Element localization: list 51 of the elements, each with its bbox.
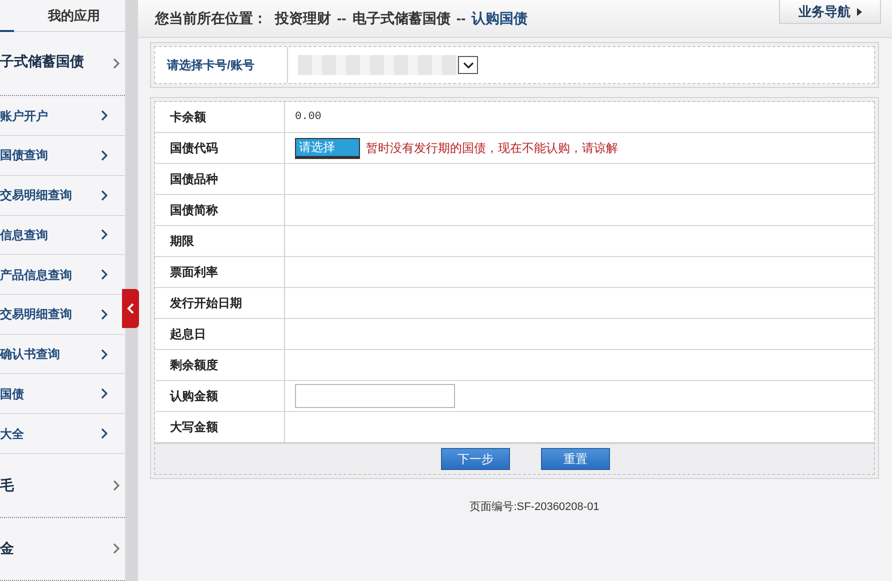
field-label: 国债简称 — [155, 195, 285, 225]
field-label: 剩余额度 — [155, 350, 285, 380]
chevron-right-icon — [113, 58, 120, 70]
chevron-right-icon — [101, 190, 108, 201]
field-label: 卡余额 — [155, 102, 285, 132]
sidebar-item[interactable]: 交易明细查询 — [0, 176, 125, 216]
breadcrumb-link[interactable]: 投资理财 — [275, 8, 331, 29]
sidebar-item[interactable]: 账户开户 — [0, 96, 125, 136]
sidebar-title: 我的应用 — [48, 6, 100, 25]
chevron-right-icon — [101, 308, 108, 320]
chevron-right-icon — [113, 543, 120, 554]
field-value: 0.00 — [295, 110, 322, 125]
chevron-right-icon — [101, 269, 108, 280]
breadcrumb-link[interactable]: 电子式储蓄国债 — [352, 8, 450, 29]
chevron-left-icon — [127, 303, 134, 314]
chevron-right-icon — [101, 428, 108, 440]
sidebar-item[interactable]: 确认书查询 — [0, 334, 125, 374]
chevron-right-icon — [101, 388, 108, 400]
chevron-right-icon — [101, 150, 108, 161]
sidebar-group[interactable]: 子式储蓄国债 — [0, 32, 125, 96]
sidebar-item[interactable]: 国债查询 — [0, 136, 125, 176]
error-message: 暂时没有发行期的国债，现在不能认购，请谅解 — [366, 140, 618, 157]
field-label: 认购金额 — [155, 381, 285, 411]
form-button[interactable]: 重置 — [541, 448, 610, 470]
page-number: 页面编号:SF-20360208-01 — [468, 500, 600, 515]
breadcrumb-separator: -- — [337, 9, 346, 28]
form-button[interactable]: 下一步 — [441, 448, 510, 470]
breadcrumb-separator: -- — [456, 9, 466, 28]
sidebar-item[interactable]: 大全 — [0, 414, 125, 454]
navigation-menu-button[interactable]: 业务导航 — [779, 0, 881, 24]
collapse-sidebar-button[interactable] — [122, 289, 139, 328]
sidebar-item[interactable]: 信息查询 — [0, 216, 125, 256]
sidebar-item[interactable]: 国债 — [0, 374, 125, 414]
chevron-right-icon — [101, 348, 108, 360]
field-label: 国债代码 — [155, 133, 285, 163]
breadcrumb-current: 认购国债 — [472, 9, 528, 28]
amount-input[interactable] — [295, 384, 455, 408]
chevron-right-icon — [113, 480, 120, 491]
sidebar-group[interactable]: 毛 — [0, 454, 125, 518]
triangle-right-icon — [856, 8, 862, 16]
field-label: 发行开始日期 — [155, 288, 285, 318]
field-label: 大写金额 — [155, 412, 285, 442]
field-label: 票面利率 — [155, 257, 285, 287]
field-label: 国债品种 — [155, 164, 285, 194]
chevron-right-icon — [101, 229, 108, 240]
field-label: 请选择卡号/账号 — [155, 47, 288, 83]
chevron-right-icon — [101, 110, 108, 122]
sidebar-group[interactable]: 金 — [0, 518, 125, 581]
field-label: 起息日 — [155, 319, 285, 349]
breadcrumb-label: 您当前所在位置： — [155, 9, 267, 28]
field-label: 期限 — [155, 226, 285, 256]
